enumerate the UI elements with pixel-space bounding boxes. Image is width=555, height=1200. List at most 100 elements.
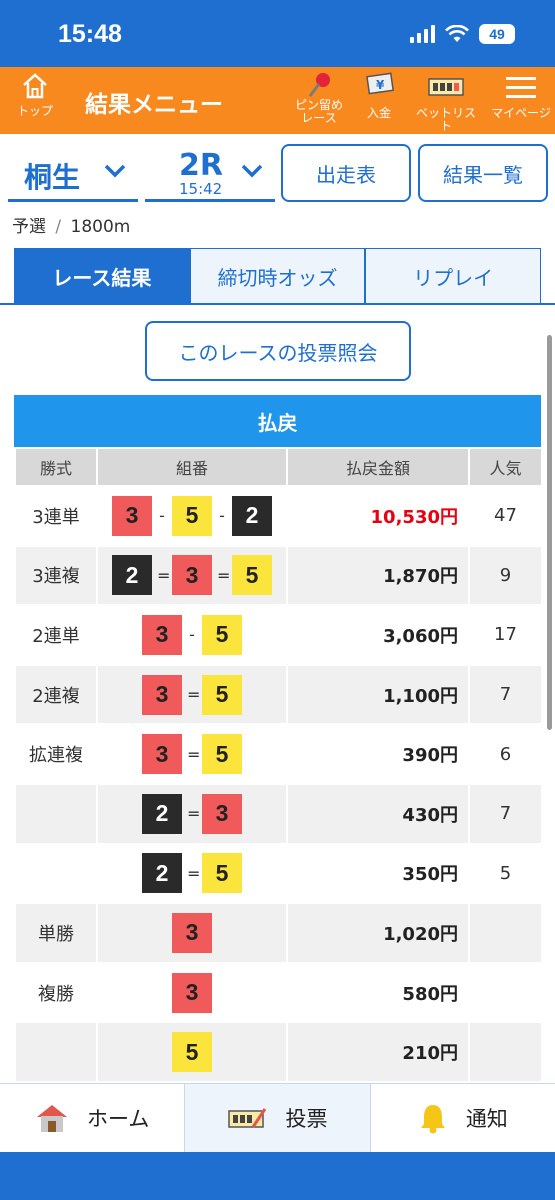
payout-row: 複勝 3 580円 bbox=[14, 961, 543, 1024]
betlist-label: ベットリスト bbox=[415, 106, 476, 133]
vote-ticket-icon bbox=[228, 1108, 267, 1128]
payout-row: 3連単 3-5-2 10,530円 47 bbox=[14, 485, 543, 547]
nav-vote-label: 投票 bbox=[285, 1107, 328, 1131]
popularity bbox=[468, 1021, 543, 1083]
popularity: 7 bbox=[468, 663, 543, 726]
combination: 3 = 5 bbox=[96, 663, 288, 726]
boat-combo: 2 = 5 bbox=[142, 853, 242, 894]
combo-separator: = bbox=[157, 565, 171, 585]
payout-amount: 210円 bbox=[286, 1021, 470, 1083]
results-list-button[interactable]: 結果一覧 bbox=[418, 144, 548, 202]
home-outline-icon bbox=[23, 73, 47, 99]
tab-underline bbox=[0, 303, 555, 305]
menu-icon bbox=[506, 77, 536, 98]
boat-number-badge: 2 bbox=[232, 495, 272, 536]
payout-header-row: 勝式 組番 払戻金額 人気 bbox=[14, 447, 543, 487]
bottom-nav: ホーム 投票 通知 bbox=[0, 1083, 555, 1152]
venue-select[interactable]: 桐生 bbox=[8, 144, 138, 202]
status-time: 15:48 bbox=[58, 20, 122, 48]
combo-separator: = bbox=[187, 804, 201, 824]
tab-closing-odds[interactable]: 締切時オッズ bbox=[189, 248, 366, 304]
bet-type: 3連複 bbox=[14, 544, 98, 607]
boat-combo: 3 bbox=[172, 972, 212, 1013]
popularity bbox=[468, 961, 543, 1024]
nav-vote[interactable]: 投票 bbox=[185, 1084, 371, 1152]
payout-title: 払戻 bbox=[14, 395, 541, 447]
status-bar: 15:48 49 bbox=[0, 0, 555, 67]
boat-number-badge: 2 bbox=[142, 853, 182, 894]
boat-number-badge: 5 bbox=[202, 674, 242, 715]
header-bet-type: 勝式 bbox=[14, 447, 98, 487]
bell-icon bbox=[420, 1105, 445, 1134]
payout-row: 2連単 3-5 3,060円 17 bbox=[14, 604, 543, 666]
pushpin-icon bbox=[308, 73, 330, 97]
bet-query-button[interactable]: このレースの投票照会 bbox=[145, 321, 411, 381]
payout-row: 2 = 3 430円 7 bbox=[14, 782, 543, 845]
bet-ticket-icon bbox=[428, 78, 464, 96]
popularity: 6 bbox=[468, 723, 543, 785]
popularity: 7 bbox=[468, 782, 543, 845]
combination: 3-5-2 bbox=[96, 485, 288, 547]
nav-notice[interactable]: 通知 bbox=[371, 1084, 555, 1152]
boat-number-badge: 3 bbox=[172, 912, 212, 953]
entry-list-button[interactable]: 出走表 bbox=[281, 144, 411, 202]
battery-icon: 49 bbox=[479, 24, 515, 44]
boat-combo: 3-5-2 bbox=[112, 495, 272, 536]
payout-row: 単勝 3 1,020円 bbox=[14, 902, 543, 964]
combination: 2 = 5 bbox=[96, 842, 288, 905]
combination: 3 bbox=[96, 961, 288, 1024]
combo-separator: = bbox=[217, 565, 231, 585]
payout-rows: 3連単 3-5-2 10,530円 47 3連複 2 = 3 = 5 1,870円 9 2連単 3-5 3,… bbox=[14, 485, 543, 1083]
payout-amount: 3,060円 bbox=[286, 604, 470, 666]
tab-race-result[interactable]: レース結果 bbox=[14, 248, 190, 304]
header-combination: 組番 bbox=[96, 447, 288, 487]
bet-type bbox=[14, 842, 98, 905]
pin-race-button[interactable]: ピン留め レース bbox=[290, 71, 348, 125]
nav-notice-label: 通知 bbox=[465, 1107, 508, 1131]
app-header: トップ 結果メニュー ピン留め レース ¥ 入金 ベットリスト マイページ bbox=[0, 67, 555, 134]
scrollbar[interactable] bbox=[547, 335, 552, 730]
top-button[interactable]: トップ bbox=[12, 71, 58, 118]
boat-number-badge: 5 bbox=[202, 734, 242, 775]
combination: 3 bbox=[96, 902, 288, 964]
race-select[interactable]: 2R 15:42 bbox=[145, 144, 275, 202]
status-icons: 49 bbox=[410, 24, 515, 44]
nav-home-label: ホーム bbox=[86, 1107, 150, 1131]
boat-number-badge: 3 bbox=[142, 734, 182, 775]
deposit-button[interactable]: ¥ 入金 bbox=[356, 71, 402, 120]
combination: 2 = 3 = 5 bbox=[96, 544, 288, 607]
boat-number-badge: 3 bbox=[172, 555, 212, 596]
page-title: 結果メニュー bbox=[85, 92, 223, 118]
popularity bbox=[468, 902, 543, 964]
mypage-label: マイページ bbox=[491, 106, 551, 120]
boat-combo: 2 = 3 bbox=[142, 793, 242, 834]
boat-combo: 3-5 bbox=[142, 614, 242, 655]
tab-replay[interactable]: リプレイ bbox=[365, 248, 542, 304]
combo-separator: - bbox=[189, 625, 195, 645]
signal-icon bbox=[410, 25, 435, 43]
betlist-button[interactable]: ベットリスト bbox=[412, 71, 480, 133]
mypage-button[interactable]: マイページ bbox=[490, 71, 552, 120]
combo-separator: = bbox=[187, 685, 201, 705]
chevron-down-icon bbox=[104, 164, 126, 178]
boat-combo: 3 = 5 bbox=[142, 674, 242, 715]
bet-type: 2連複 bbox=[14, 663, 98, 726]
payout-amount: 390円 bbox=[286, 723, 470, 785]
boat-number-badge: 3 bbox=[112, 495, 152, 536]
bet-type bbox=[14, 782, 98, 845]
top-label: トップ bbox=[16, 104, 53, 118]
boat-number-badge: 5 bbox=[232, 555, 272, 596]
bet-type: 3連単 bbox=[14, 485, 98, 547]
payout-amount: 430円 bbox=[286, 782, 470, 845]
combo-separator: - bbox=[219, 506, 225, 526]
nav-home[interactable]: ホーム bbox=[0, 1084, 186, 1152]
boat-number-badge: 5 bbox=[172, 495, 212, 536]
race-info-separator: / bbox=[55, 217, 62, 237]
pin-label-2: レース bbox=[301, 111, 337, 125]
payout-row: 2 = 5 350円 5 bbox=[14, 842, 543, 905]
combo-separator: - bbox=[159, 506, 165, 526]
race-info: 予選 / 1800m bbox=[12, 212, 130, 237]
boat-number-badge: 3 bbox=[202, 793, 242, 834]
combination: 5 bbox=[96, 1021, 288, 1083]
boat-combo: 5 bbox=[172, 1032, 212, 1073]
